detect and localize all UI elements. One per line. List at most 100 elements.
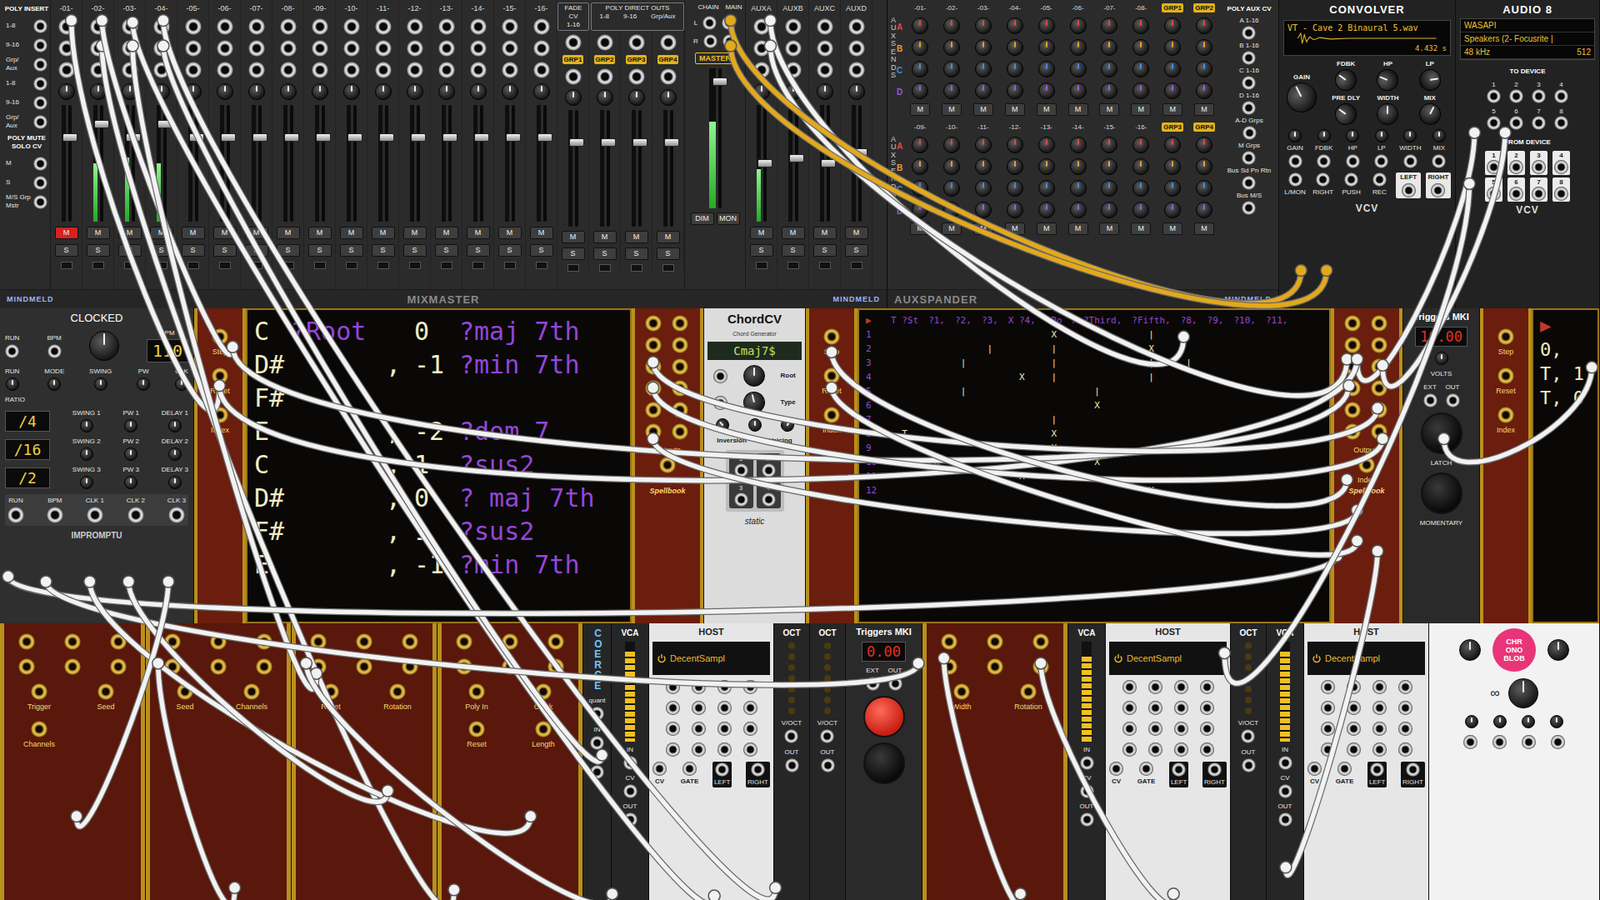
- send-knob[interactable]: [1195, 158, 1213, 175]
- send-knob[interactable]: [1164, 136, 1181, 154]
- jack[interactable]: [717, 700, 732, 715]
- cable-plug[interactable]: [825, 345, 838, 358]
- power-icon[interactable]: [1113, 653, 1124, 664]
- cable-plug[interactable]: [157, 40, 170, 52]
- jack[interactable]: [33, 175, 48, 190]
- jack[interactable]: [682, 761, 697, 776]
- pan-knob[interactable]: [153, 83, 170, 100]
- jack[interactable]: [645, 315, 662, 332]
- jack[interactable]: [645, 358, 662, 375]
- fader-handle[interactable]: [157, 120, 173, 129]
- solo-button[interactable]: S: [371, 244, 395, 257]
- send-knob[interactable]: [1038, 158, 1055, 175]
- mute-button[interactable]: M: [530, 226, 554, 240]
- solo-button[interactable]: S: [593, 247, 617, 260]
- cable-plug[interactable]: [1330, 550, 1343, 562]
- jack[interactable]: [243, 683, 260, 700]
- toggle[interactable]: [219, 261, 231, 270]
- send-knob[interactable]: [1038, 82, 1055, 100]
- mute-button[interactable]: M: [1130, 103, 1151, 116]
- jack[interactable]: [848, 18, 865, 35]
- mute-button[interactable]: M: [1162, 222, 1183, 235]
- jack[interactable]: [501, 658, 519, 675]
- mute-button[interactable]: M: [181, 226, 205, 240]
- jack[interactable]: [501, 40, 519, 57]
- jack[interactable]: [110, 658, 127, 675]
- attenuator-knob[interactable]: [1375, 129, 1389, 143]
- toggle[interactable]: [819, 261, 831, 270]
- knob[interactable]: [1330, 99, 1361, 130]
- cable-plug[interactable]: [725, 40, 737, 52]
- jack[interactable]: [1497, 367, 1515, 385]
- patch-cable[interactable]: [126, 40, 322, 690]
- trigger-button[interactable]: [863, 695, 905, 738]
- jack[interactable]: [90, 61, 107, 79]
- jack[interactable]: [753, 18, 770, 35]
- jack[interactable]: [1122, 680, 1137, 695]
- jack[interactable]: [1370, 358, 1388, 375]
- cable-body[interactable]: [1224, 183, 1470, 684]
- jack[interactable]: [702, 15, 717, 30]
- cable-plug[interactable]: [157, 14, 170, 26]
- send-knob[interactable]: [975, 158, 992, 175]
- jack[interactable]: [1171, 762, 1186, 777]
- cable-body[interactable]: [163, 20, 776, 900]
- knob[interactable]: [94, 377, 108, 391]
- jack[interactable]: [590, 765, 605, 780]
- patch-cable[interactable]: [122, 575, 394, 802]
- toggle[interactable]: [440, 261, 453, 270]
- jack[interactable]: [375, 61, 392, 79]
- cable-plug[interactable]: [1468, 126, 1480, 139]
- jack[interactable]: [211, 328, 229, 345]
- pan-knob[interactable]: [501, 83, 519, 100]
- jack[interactable]: [1278, 812, 1293, 827]
- jack[interactable]: [761, 463, 776, 478]
- knob[interactable]: [124, 419, 138, 433]
- jack[interactable]: [671, 380, 689, 397]
- jack[interactable]: [1307, 761, 1322, 776]
- fader[interactable]: [638, 110, 642, 227]
- bpm-knob[interactable]: [89, 330, 120, 361]
- jack[interactable]: [743, 742, 758, 757]
- send-knob[interactable]: [911, 82, 929, 100]
- cable-body[interactable]: [76, 581, 169, 827]
- jack[interactable]: [501, 61, 519, 79]
- toggle[interactable]: [599, 264, 611, 272]
- jack[interactable]: [1020, 683, 1037, 700]
- jack[interactable]: [1372, 742, 1387, 757]
- jack[interactable]: [671, 401, 689, 419]
- jack[interactable]: [753, 40, 770, 57]
- send-knob[interactable]: [1195, 17, 1213, 35]
- jack[interactable]: [1320, 742, 1335, 757]
- toggle[interactable]: [377, 261, 390, 270]
- mute-button[interactable]: M: [781, 226, 805, 240]
- mute-button[interactable]: M: [1099, 222, 1120, 235]
- jack[interactable]: [986, 633, 1004, 650]
- solo-button[interactable]: S: [466, 244, 490, 257]
- patch-cable[interactable]: [300, 657, 618, 900]
- send-knob[interactable]: [975, 82, 992, 100]
- send-knob[interactable]: [1006, 201, 1024, 219]
- mute-button[interactable]: M: [1162, 103, 1183, 116]
- jack[interactable]: [1463, 735, 1478, 750]
- toggle[interactable]: [504, 261, 516, 270]
- jack[interactable]: [1139, 761, 1154, 776]
- jack[interactable]: [717, 680, 732, 695]
- fader[interactable]: [606, 110, 610, 227]
- jack[interactable]: [784, 729, 799, 744]
- jack[interactable]: [1398, 700, 1413, 715]
- jack[interactable]: [743, 721, 758, 736]
- jack[interactable]: [438, 40, 455, 57]
- jack[interactable]: [280, 61, 297, 79]
- send-knob[interactable]: [1100, 180, 1118, 197]
- jack[interactable]: [940, 658, 958, 675]
- solo-button[interactable]: S: [845, 244, 869, 257]
- pan-knob[interactable]: [121, 83, 139, 100]
- jack[interactable]: [1346, 700, 1361, 715]
- fader-handle[interactable]: [347, 133, 363, 142]
- send-knob[interactable]: [1164, 39, 1181, 56]
- mute-button[interactable]: M: [1036, 103, 1057, 116]
- jack[interactable]: [1509, 160, 1524, 175]
- knob[interactable]: [1417, 67, 1443, 93]
- jack[interactable]: [311, 61, 329, 79]
